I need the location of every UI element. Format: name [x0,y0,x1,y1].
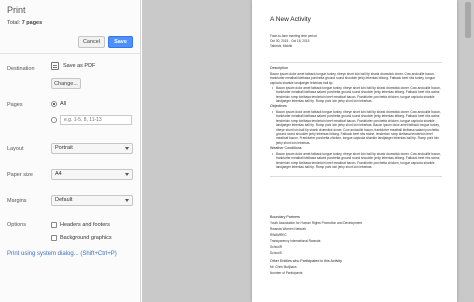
chevron-down-icon [125,173,129,176]
margins-select[interactable]: Default [51,195,133,206]
chevron-down-icon [125,147,129,150]
partners-heading: Boundary Partners [270,215,300,219]
destination-value: Save as PDF [63,63,96,69]
list-item: Bacon ipsum dolor amet fatback tongue tu… [272,110,442,145]
header-divider [0,53,141,54]
total-value: 7 pages [21,20,43,26]
list-item: Bacon ipsum dolor amet fatback tongue tu… [272,86,442,104]
meta-line: Oct 30, 2015 - Oct 18, 2015 [270,39,310,43]
dialog-title: Print [7,5,26,15]
print-settings-panel: Print Total: 7 pages Cancel Save Destina… [0,0,141,302]
layout-select[interactable]: Portrait [51,143,133,154]
paper-size-value: A4 [55,171,62,177]
pages-all-label: All [60,101,67,107]
partner-item: Transparency International Rwanda [270,239,321,243]
cancel-button[interactable]: Cancel [78,36,105,48]
paper-size-select[interactable]: A4 [51,169,133,180]
layout-label: Layout [7,146,24,152]
partner-item: RWAMREC [270,233,287,237]
list-item: Bacon ipsum dolor amet fatback tongue tu… [272,152,442,170]
options-label: Options [7,222,26,228]
paper-size-label: Paper size [7,172,33,178]
section-divider [270,62,442,63]
pages-custom-radio[interactable] [51,117,57,123]
objectives-heading: Objectives [270,104,287,108]
chevron-down-icon [125,199,129,202]
partner-item: SchoolS [270,251,282,255]
preview-scrollbar-thumb[interactable] [465,2,471,38]
total-label: Total: [7,20,21,26]
pages-label: Pages [7,102,23,108]
save-button[interactable]: Save [108,36,133,48]
meta-line: Tabmok, Middle [270,44,293,48]
page-total: Total: 7 pages [7,20,42,26]
document-title: A New Activity [270,16,311,23]
background-graphics-label: Background graphics [60,235,112,241]
headers-footers-checkbox[interactable] [51,222,57,228]
section-divider [270,176,442,177]
entity-item: Number of Participants [270,271,303,275]
margins-label: Margins [7,198,27,204]
preview-scrollbar[interactable] [463,0,474,302]
description-text: Bacon ipsum dolor amet fatback tongue tu… [270,72,436,85]
layout-value: Portrait [55,145,73,151]
background-graphics-checkbox[interactable] [51,235,57,241]
partner-item: Rwanda Women Network [270,227,307,231]
entities-heading: Other Entities who Participated in this … [270,259,342,263]
pages-all-radio[interactable] [51,101,57,107]
weather-heading: Weather Conditions [270,146,302,150]
destination-label: Destination [7,66,35,72]
entity-item: Mr. Chris Mutjhaus [270,265,297,269]
partner-item: Youth Association for Human Rights Promo… [270,221,363,225]
partner-item: SchoolR [270,245,283,249]
preview-page: A New Activity Face-to-face meeting time… [252,0,457,302]
headers-footers-label: Headers and footers [60,222,110,228]
pages-range-input[interactable] [60,115,132,125]
pdf-printer-icon [51,62,59,70]
description-heading: Description [270,66,288,70]
change-destination-button[interactable]: Change... [51,78,81,89]
system-dialog-link[interactable]: Print using system dialog... (Shift+Ctrl… [7,251,117,257]
meta-line: Face-to-face meeting time period [270,34,317,38]
margins-value: Default [55,197,73,203]
